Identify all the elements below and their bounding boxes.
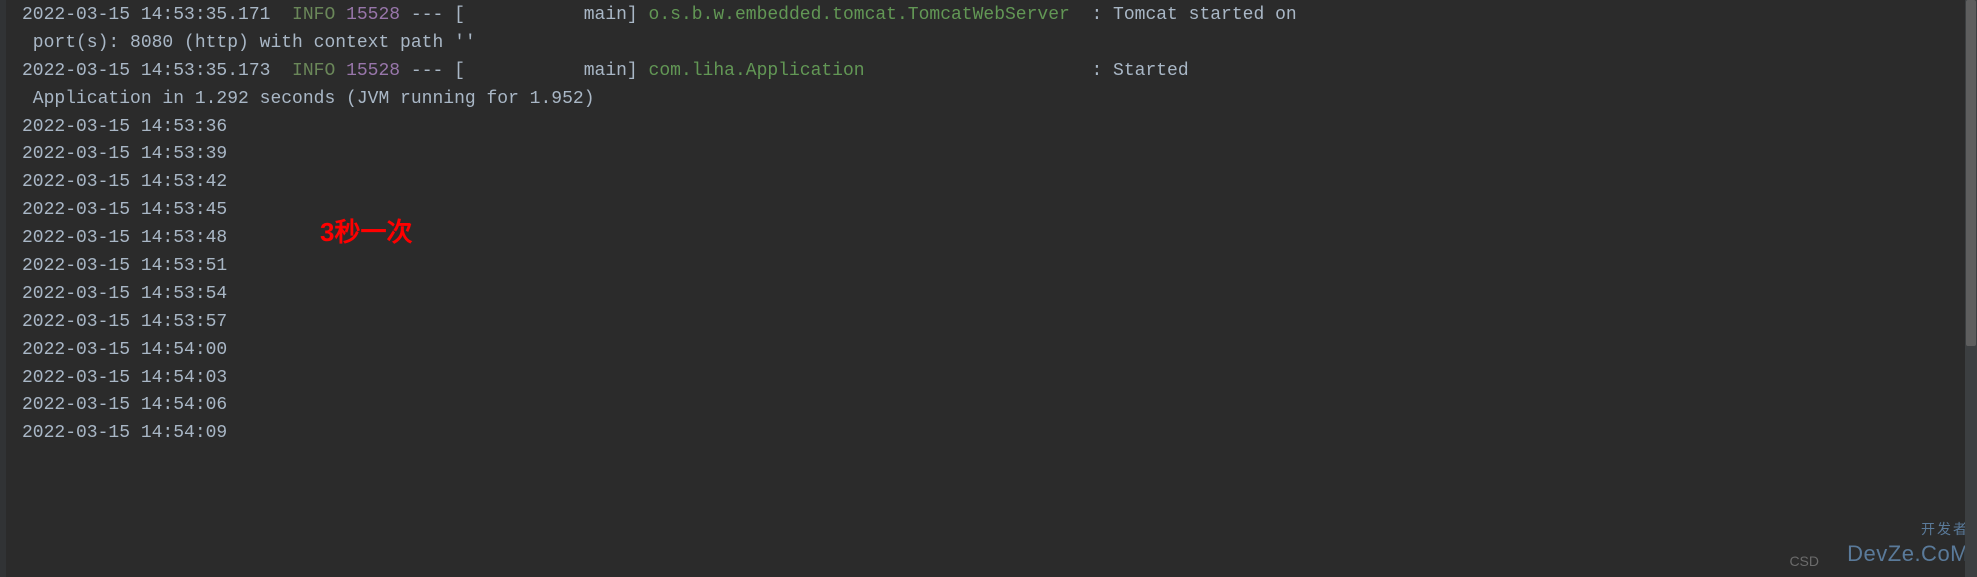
- console-output: 2022-03-15 14:53:35.171 INFO 15528 --- […: [22, 2, 1977, 448]
- timestamp-line: 2022-03-15 14:53:39: [22, 141, 1977, 169]
- log-pid: 15528: [346, 5, 400, 25]
- timestamp-line: 2022-03-15 14:53:48: [22, 225, 1977, 253]
- log-level: INFO: [292, 5, 335, 25]
- timestamp-line: 2022-03-15 14:54:06: [22, 392, 1977, 420]
- timestamp-line: 2022-03-15 14:53:45: [22, 197, 1977, 225]
- log-thread: --- [ main]: [400, 61, 648, 81]
- log-timestamp: 2022-03-15 14:53:35.173: [22, 61, 292, 81]
- watermark-devze: 开发者 DevZe.CoM: [1847, 519, 1969, 571]
- timestamp-line: 2022-03-15 14:53:51: [22, 253, 1977, 281]
- watermark-bottom: DevZe.CoM: [1847, 537, 1969, 571]
- timestamp-line: 2022-03-15 14:54:03: [22, 365, 1977, 393]
- annotation-text: 3秒一次: [320, 212, 412, 252]
- log-logger: com.liha.Application: [649, 61, 865, 81]
- log-level: INFO: [292, 61, 335, 81]
- timestamp-line: 2022-03-15 14:54:09: [22, 420, 1977, 448]
- log-logger: o.s.b.w.embedded.tomcat.TomcatWebServer: [649, 5, 1070, 25]
- vertical-scrollbar-thumb[interactable]: [1966, 0, 1976, 346]
- log-pid: 15528: [346, 61, 400, 81]
- timestamp-line: 2022-03-15 14:53:57: [22, 309, 1977, 337]
- timestamp-line: 2022-03-15 14:53:42: [22, 169, 1977, 197]
- timestamp-line: 2022-03-15 14:53:54: [22, 281, 1977, 309]
- timestamp-line: 2022-03-15 14:54:00: [22, 337, 1977, 365]
- log-thread: --- [ main]: [400, 5, 648, 25]
- timestamp-line: 2022-03-15 14:53:36: [22, 114, 1977, 142]
- editor-gutter: [0, 0, 6, 577]
- log-entry: 2022-03-15 14:53:35.173 INFO 15528 --- […: [22, 58, 1977, 114]
- vertical-scrollbar-track[interactable]: [1965, 0, 1977, 577]
- log-entry: 2022-03-15 14:53:35.171 INFO 15528 --- […: [22, 2, 1977, 58]
- log-timestamp: 2022-03-15 14:53:35.171: [22, 5, 292, 25]
- watermark-csdn: CSD: [1789, 551, 1819, 573]
